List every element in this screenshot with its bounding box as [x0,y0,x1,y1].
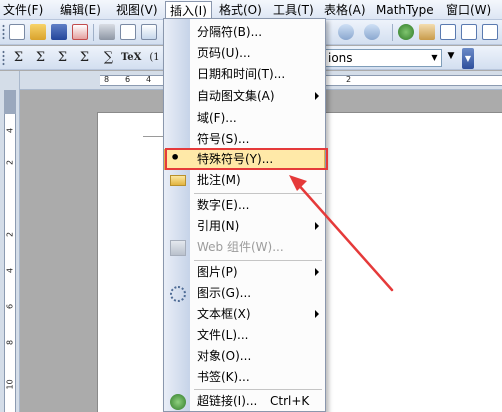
annotation-arrow [289,175,394,292]
